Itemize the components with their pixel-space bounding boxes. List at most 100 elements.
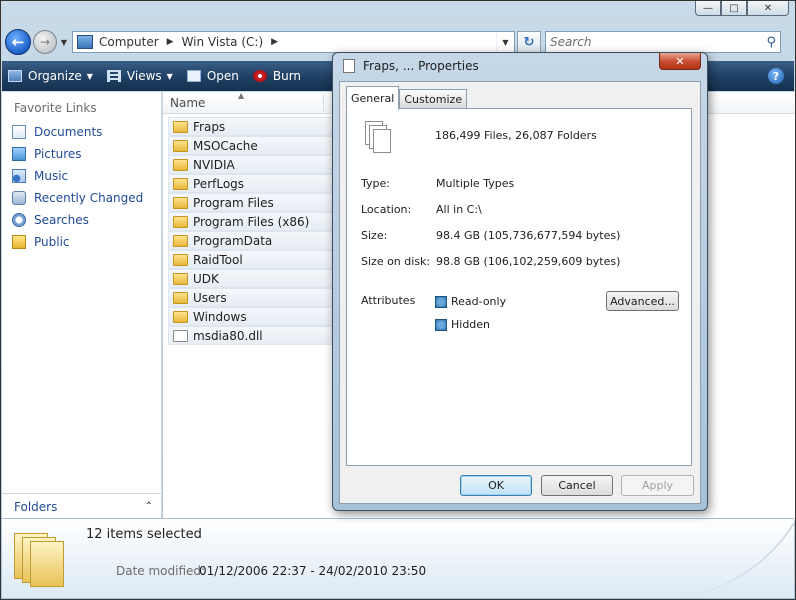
nav-link-label: Searches: [34, 213, 89, 227]
list-item[interactable]: Users: [168, 288, 333, 307]
burn-disc-icon: [252, 70, 267, 82]
list-item[interactable]: Windows: [168, 307, 333, 326]
folder-icon: [173, 177, 188, 190]
nav-link-documents[interactable]: Documents: [2, 121, 161, 143]
readonly-checkbox[interactable]: Read-only: [435, 295, 506, 308]
size-on-disk-value: 98.8 GB (106,102,259,609 bytes): [436, 255, 621, 268]
music-icon: [12, 169, 26, 183]
list-item[interactable]: Program Files: [168, 193, 333, 212]
address-bar[interactable]: Computer ▶ Win Vista (C:) ▶ ▼: [72, 31, 515, 53]
breadcrumb-drive[interactable]: Win Vista (C:): [182, 35, 264, 49]
item-name: msdia80.dll: [193, 328, 263, 343]
date-modified-value: 01/12/2006 22:37 - 24/02/2010 23:50: [199, 564, 427, 578]
tab-general[interactable]: General: [346, 86, 400, 110]
ok-button[interactable]: OK: [460, 475, 532, 496]
type-label: Type:: [361, 177, 390, 190]
item-name: Windows: [193, 309, 247, 324]
burn-label: Burn: [272, 69, 302, 83]
apply-button[interactable]: Apply: [621, 475, 694, 496]
help-button[interactable]: ?: [768, 68, 784, 84]
search-box[interactable]: ⚲: [545, 31, 781, 53]
item-name: RaidTool: [193, 252, 243, 267]
views-button[interactable]: Views ▼: [106, 69, 173, 83]
selection-folders-icon: [10, 527, 66, 589]
folders-label: Folders: [14, 499, 58, 514]
list-item[interactable]: Fraps: [168, 117, 333, 136]
folders-toggle[interactable]: Folders ⌃: [2, 493, 161, 519]
nav-link-public[interactable]: Public: [2, 231, 161, 253]
views-icon: [106, 70, 121, 82]
nav-link-music[interactable]: Music: [2, 165, 161, 187]
nav-link-label: Pictures: [34, 147, 82, 161]
item-name: Fraps: [193, 119, 226, 134]
item-name: Program Files (x86): [193, 214, 310, 229]
chevron-down-icon: ▼: [166, 71, 173, 81]
properties-dialog: Fraps, ... Properties ✕ General Customiz…: [332, 52, 708, 511]
folder-icon: [173, 310, 188, 323]
readonly-label: Read-only: [451, 295, 507, 308]
maximize-button[interactable]: □: [721, 1, 747, 16]
open-icon: [186, 70, 201, 82]
address-dropdown-icon[interactable]: ▼: [496, 32, 514, 52]
dialog-close-button[interactable]: ✕: [659, 53, 701, 70]
list-item[interactable]: UDK: [168, 269, 333, 288]
refresh-button[interactable]: ↻: [517, 31, 541, 53]
file-rows: Fraps MSOCache NVIDIA PerfLogs Program F…: [168, 117, 333, 345]
breadcrumb-separator-icon[interactable]: ▶: [271, 37, 278, 47]
search-icon[interactable]: ⚲: [766, 35, 776, 50]
forward-button[interactable]: →: [33, 30, 57, 54]
folder-icon: [173, 253, 188, 266]
hidden-label: Hidden: [451, 318, 491, 331]
folder-icon: [173, 234, 188, 247]
hidden-checkbox[interactable]: Hidden: [435, 318, 490, 331]
nav-link-searches[interactable]: Searches: [2, 209, 161, 231]
nav-link-recently-changed[interactable]: Recently Changed: [2, 187, 161, 209]
list-item[interactable]: RaidTool: [168, 250, 333, 269]
recent-pages-dropdown[interactable]: ▼: [58, 38, 70, 47]
details-pane: 12 items selected Date modified: 01/12/2…: [2, 518, 795, 598]
list-item[interactable]: ProgramData: [168, 231, 333, 250]
arrow-left-icon: ←: [11, 33, 25, 51]
minimize-button[interactable]: —: [695, 1, 721, 16]
item-name: PerfLogs: [193, 176, 245, 191]
folder-icon: [173, 215, 188, 228]
list-item[interactable]: msdia80.dll: [168, 326, 333, 345]
folder-icon: [173, 291, 188, 304]
indeterminate-checkbox-icon: [435, 318, 447, 331]
organize-icon: [8, 70, 22, 82]
pictures-icon: [12, 147, 26, 161]
open-label: Open: [206, 69, 239, 83]
tab-customize[interactable]: Customize: [399, 89, 468, 109]
divider: [361, 162, 679, 163]
advanced-button[interactable]: Advanced...: [606, 291, 679, 311]
refresh-icon: ↻: [523, 34, 535, 50]
dialog-titlebar[interactable]: Fraps, ... Properties: [343, 59, 479, 73]
views-label: Views: [126, 69, 162, 83]
type-value: Multiple Types: [436, 177, 515, 190]
list-item[interactable]: MSOCache: [168, 136, 333, 155]
breadcrumb-computer[interactable]: Computer: [99, 35, 159, 49]
close-button[interactable]: ✕: [747, 1, 789, 16]
open-button[interactable]: Open: [186, 69, 239, 83]
search-input[interactable]: [550, 35, 767, 49]
nav-link-pictures[interactable]: Pictures: [2, 143, 161, 165]
location-value: All in C:\: [436, 203, 482, 216]
list-item[interactable]: NVIDIA: [168, 155, 333, 174]
list-item[interactable]: Program Files (x86): [168, 212, 333, 231]
dialog-tabs: General Customize: [346, 86, 468, 110]
organize-label: Organize: [28, 69, 82, 83]
burn-button[interactable]: Burn: [252, 69, 302, 83]
favorite-links-heading: Favorite Links: [14, 101, 97, 115]
nav-link-label: Recently Changed: [34, 191, 144, 205]
column-divider[interactable]: [323, 94, 324, 112]
organize-button[interactable]: Organize ▼: [8, 69, 93, 83]
indeterminate-checkbox-icon: [435, 295, 447, 308]
decorative-swoosh: [673, 523, 795, 595]
multiple-files-icon: [365, 121, 391, 153]
back-button[interactable]: ←: [5, 29, 31, 55]
list-item[interactable]: PerfLogs: [168, 174, 333, 193]
cancel-button[interactable]: Cancel: [541, 475, 613, 496]
column-header-name[interactable]: Name: [170, 96, 205, 110]
breadcrumb-separator-icon[interactable]: ▶: [167, 37, 174, 47]
item-name: Program Files: [193, 195, 274, 210]
